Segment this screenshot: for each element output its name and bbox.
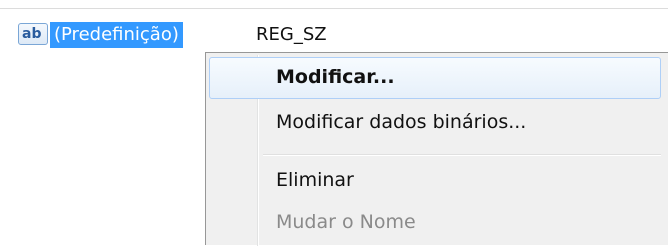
menu-item-rename: Mudar o Nome (209, 202, 661, 244)
menu-item-delete-label: Eliminar (276, 169, 354, 191)
menu-item-delete[interactable]: Eliminar (209, 160, 661, 202)
menu-item-modify[interactable]: Modificar... (209, 57, 661, 99)
registry-value-row[interactable]: ab (Predefinição) REG_SZ (0, 19, 668, 49)
menu-item-modify-binary-data[interactable]: Modificar dados binários... (209, 102, 661, 144)
menu-item-modify-binary-data-label: Modificar dados binários... (276, 111, 527, 133)
menu-item-modify-label: Modificar... (276, 66, 395, 88)
string-value-icon-label: ab (22, 26, 42, 42)
context-menu: Modificar... Modificar dados binários...… (205, 52, 668, 246)
value-type-cell: REG_SZ (256, 24, 327, 45)
string-value-icon: ab (18, 23, 48, 45)
menu-separator-highlight (263, 155, 661, 156)
value-name-cell[interactable]: (Predefinição) (50, 22, 183, 48)
list-header-divider (0, 8, 668, 9)
menu-item-rename-label: Mudar o Nome (276, 211, 416, 233)
